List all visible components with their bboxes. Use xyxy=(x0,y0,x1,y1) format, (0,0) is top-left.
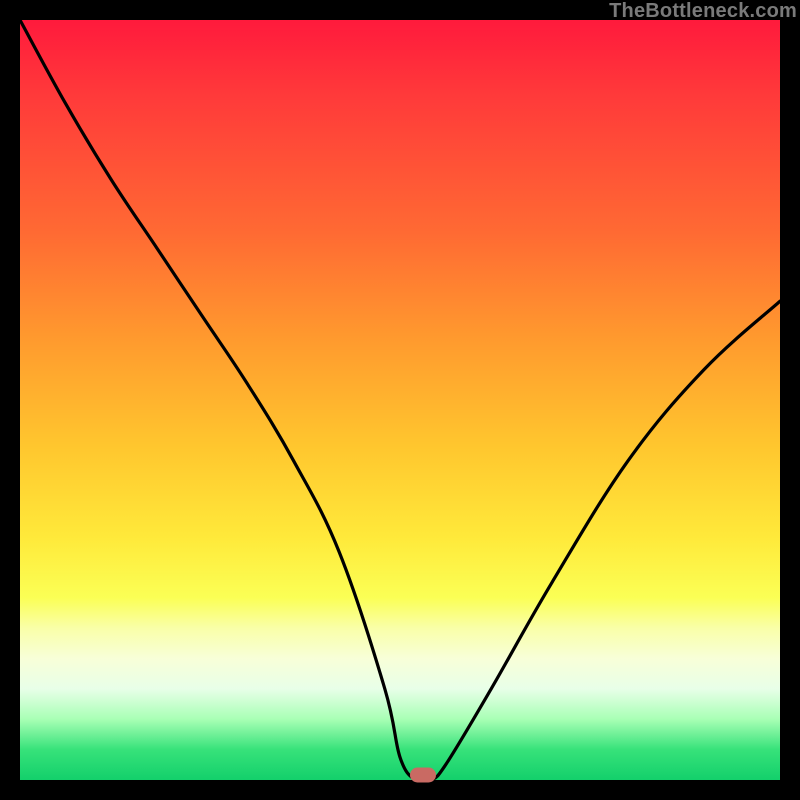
plot-area xyxy=(20,20,780,780)
chart-frame: TheBottleneck.com xyxy=(0,0,800,800)
optimal-point-marker xyxy=(410,768,436,783)
watermark-text: TheBottleneck.com xyxy=(609,0,797,23)
bottleneck-curve xyxy=(20,20,780,780)
